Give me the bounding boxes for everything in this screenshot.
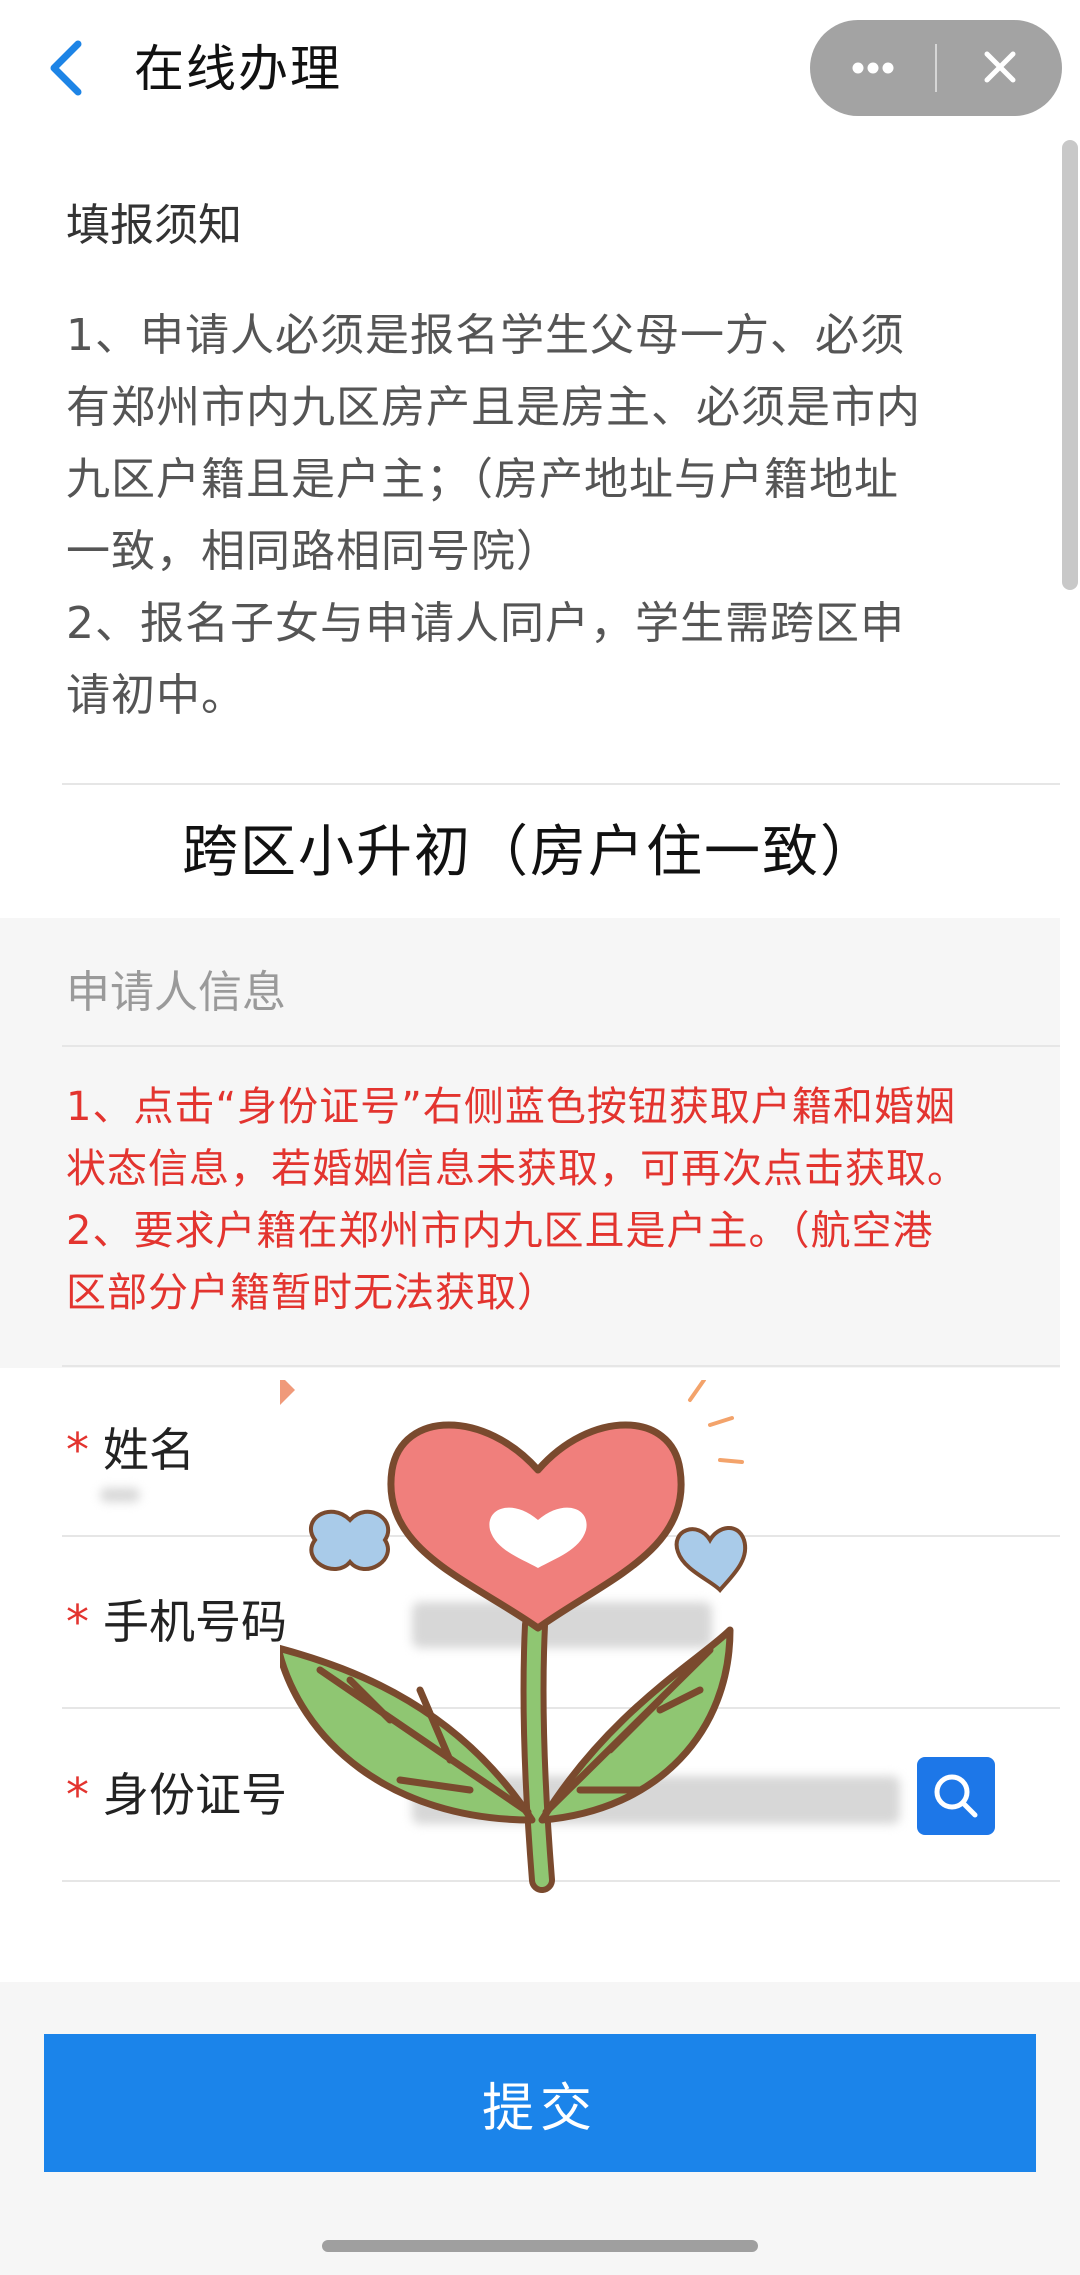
notice-body: 1、申请人必须是报名学生父母一方、必须 有郑州市内九区房产且是房主、必须是市内 … [66, 300, 1006, 732]
home-indicator[interactable] [322, 2240, 758, 2252]
name-field-label: * 姓名 [66, 1415, 195, 1485]
tip-line: 状态信息，若婚姻信息未获取，可再次点击获取。 [66, 1146, 968, 1192]
id-field-label: * 身份证号 [66, 1760, 287, 1830]
section-label: 申请人信息 [66, 967, 286, 1018]
notice-heading: 填报须知 [66, 200, 242, 251]
page-title: 在线办理 [134, 40, 342, 98]
mini-program-capsule [810, 20, 1062, 116]
nav-bar: 在线办理 [0, 0, 1080, 136]
warning-tips: 1、点击“身份证号”右侧蓝色按钮获取户籍和婚姻 状态信息，若婚姻信息未获取，可再… [66, 1076, 1026, 1324]
notice-line: 九区户籍且是户主；（房产地址与户籍地址 [66, 454, 899, 505]
fetch-household-info-button[interactable] [917, 1757, 995, 1835]
scrollbar-thumb[interactable] [1062, 140, 1078, 590]
tip-line: 区部分户籍暂时无法获取） [66, 1270, 558, 1316]
divider [62, 783, 1060, 785]
notice-line: 请初中。 [66, 670, 246, 721]
required-mark: * [66, 1595, 89, 1649]
back-chevron-icon[interactable] [40, 36, 92, 100]
field-label-text: 身份证号 [103, 1768, 287, 1822]
notice-line: 有郑州市内九区房产且是房主、必须是市内 [66, 382, 921, 433]
divider [62, 1365, 1060, 1367]
form-title: 跨区小升初（房户住一致） [182, 820, 878, 885]
required-mark: * [66, 1423, 89, 1477]
flower-sticker [280, 1380, 748, 1893]
field-label-text: 手机号码 [103, 1595, 287, 1649]
field-label-text: 姓名 [103, 1423, 195, 1477]
submit-button[interactable]: 提交 [44, 2034, 1036, 2172]
divider [62, 1045, 1060, 1047]
tip-line: 1、点击“身份证号”右侧蓝色按钮获取户籍和婚姻 [66, 1084, 956, 1130]
more-dots-icon[interactable] [810, 20, 935, 116]
close-icon[interactable] [937, 20, 1062, 116]
notice-line: 一致，相同路相同号院） [66, 526, 561, 577]
phone-field-label: * 手机号码 [66, 1587, 287, 1657]
search-icon [934, 1774, 978, 1818]
name-input-value-redacted[interactable] [100, 1488, 140, 1502]
notice-line: 2、报名子女与申请人同户，学生需跨区申 [66, 598, 905, 649]
tip-line: 2、要求户籍在郑州市内九区且是户主。（航空港 [66, 1208, 934, 1254]
required-mark: * [66, 1768, 89, 1822]
notice-line: 1、申请人必须是报名学生父母一方、必须 [66, 310, 905, 361]
